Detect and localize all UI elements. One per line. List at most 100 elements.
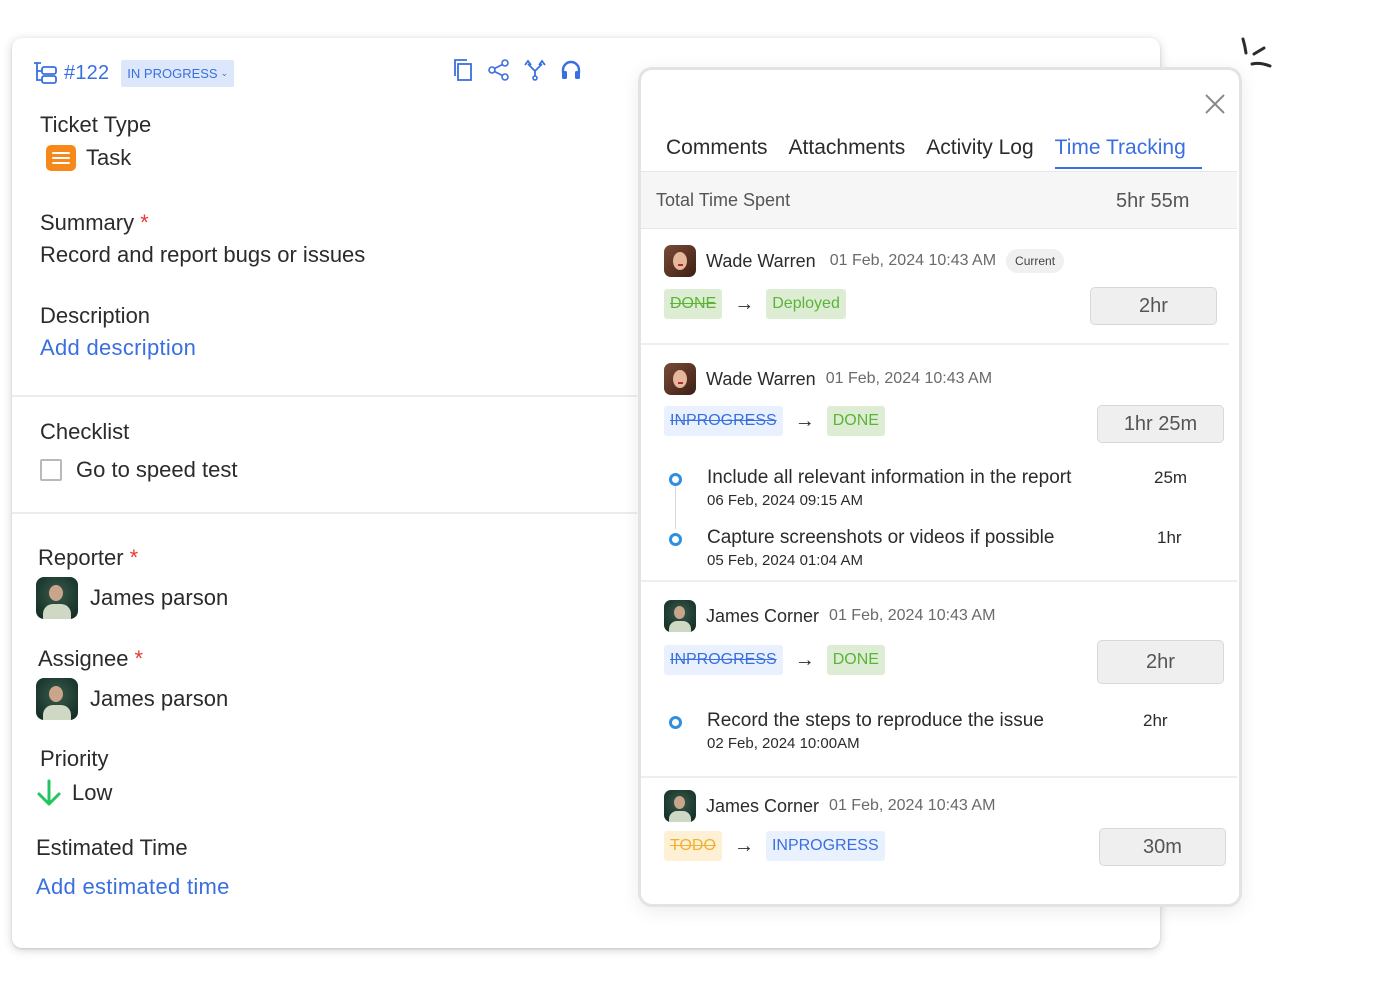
ticket-type-value[interactable]: Task <box>46 145 131 171</box>
priority-label: Priority <box>40 746 109 771</box>
checklist-item-label: Go to speed test <box>76 457 238 482</box>
entry-date: 01 Feb, 2024 10:43 AM <box>829 797 996 814</box>
status-label: IN PROGRESS <box>127 65 218 81</box>
subtask-title: Capture screenshots or videos if possibl… <box>707 527 1055 548</box>
summary-label-text: Summary <box>40 210 135 235</box>
from-status-badge: TODO <box>664 831 722 861</box>
time-spent-box[interactable]: 2hr <box>1090 287 1217 325</box>
assignee-value[interactable]: James parson <box>36 678 228 720</box>
subtask-time: 25m <box>1154 468 1188 487</box>
arrow-right-icon: → <box>794 409 815 432</box>
entry-header: Wade Warren 01 Feb, 2024 10:43 AM Curren… <box>664 245 1065 277</box>
checklist-label: Checklist <box>40 419 130 444</box>
entry-user: James Corner <box>706 795 820 816</box>
entry-user: James Corner <box>706 605 820 626</box>
arrow-right-icon: → <box>794 648 815 671</box>
reporter-label-text: Reporter <box>38 545 124 570</box>
to-status-badge: DONE <box>826 645 885 675</box>
reporter-label: Reporter * <box>38 545 138 571</box>
assignee-label-text: Assignee <box>38 646 129 671</box>
entry-header: Wade Warren 01 Feb, 2024 10:43 AM <box>664 363 992 395</box>
entry-divider <box>641 580 1237 582</box>
time-spent-box[interactable]: 30m <box>1099 828 1226 866</box>
ticket-header: #122 IN PROGRESS ⌄ <box>32 58 235 88</box>
required-mark: * <box>134 646 144 671</box>
entry-header: James Corner 01 Feb, 2024 10:43 AM <box>664 600 995 632</box>
assignee-avatar <box>36 678 78 720</box>
user-avatar <box>664 790 696 822</box>
close-icon[interactable] <box>1203 92 1227 116</box>
priority-text: Low <box>72 780 113 805</box>
add-estimated-time-link[interactable]: Add estimated time <box>36 874 230 900</box>
from-status-badge: INPROGRESS <box>664 645 783 675</box>
to-status-badge: INPROGRESS <box>765 831 885 861</box>
summary-label: Summary * <box>40 210 149 236</box>
checklist-checkbox[interactable] <box>40 459 62 481</box>
task-list-icon <box>46 145 76 171</box>
arrow-right-icon: → <box>733 834 754 857</box>
arrow-right-icon: → <box>734 292 755 315</box>
total-time-value: 5hr 55m <box>1116 190 1190 212</box>
branch-icon[interactable] <box>524 58 546 82</box>
add-description-link[interactable]: Add description <box>40 335 196 361</box>
reporter-avatar <box>36 577 78 619</box>
entry-divider <box>641 343 1229 345</box>
assignee-label: Assignee * <box>38 646 143 672</box>
required-mark: * <box>140 210 149 235</box>
time-spent-box[interactable]: 2hr <box>1097 640 1224 684</box>
timeline-dot-icon <box>669 533 682 546</box>
timeline-dot-icon <box>669 473 682 486</box>
subtask-time: 1hr <box>1157 528 1182 547</box>
entry-header: James Corner 01 Feb, 2024 10:43 AM <box>664 790 995 822</box>
time-spent-box[interactable]: 1hr 25m <box>1097 405 1224 443</box>
subtask-time: 2hr <box>1143 711 1168 730</box>
tab-time-tracking[interactable]: Time Tracking <box>1054 136 1202 169</box>
user-avatar <box>664 245 696 277</box>
description-label: Description <box>40 303 151 328</box>
from-status-badge: DONE <box>664 289 723 319</box>
status-transition: DONE → Deployed <box>664 289 846 319</box>
reporter-name: James parson <box>90 585 229 610</box>
estimated-time-label: Estimated Time <box>36 835 188 860</box>
from-status-badge: INPROGRESS <box>664 406 783 436</box>
to-status-badge: DONE <box>826 406 885 436</box>
status-transition: INPROGRESS → DONE <box>664 406 885 436</box>
entry-user: Wade Warren <box>706 250 816 271</box>
reporter-value[interactable]: James parson <box>36 577 228 619</box>
section-divider <box>12 395 637 397</box>
ticket-id: #122 <box>64 61 110 84</box>
subtask-date: 02 Feb, 2024 10:00AM <box>707 735 860 752</box>
section-divider <box>12 512 637 514</box>
summary-value[interactable]: Record and report bugs or issues <box>40 242 365 268</box>
decorative-sparkle-icon <box>1241 37 1272 68</box>
tab-attachments[interactable]: Attachments <box>789 136 906 169</box>
current-badge: Current <box>1006 249 1065 273</box>
tab-comments[interactable]: Comments <box>666 136 768 169</box>
assignee-name: James parson <box>90 686 229 711</box>
share-icon[interactable] <box>488 58 510 82</box>
subtask-tree-icon <box>32 61 58 85</box>
priority-value[interactable]: Low <box>36 779 112 807</box>
required-mark: * <box>129 545 139 570</box>
status-transition: INPROGRESS → DONE <box>664 645 885 675</box>
headset-icon[interactable] <box>560 58 582 82</box>
panel-tabs: Comments Attachments Activity Log Time T… <box>666 136 1202 169</box>
entry-date: 01 Feb, 2024 10:43 AM <box>829 252 997 269</box>
entry-divider <box>641 776 1237 778</box>
to-status-badge: Deployed <box>766 289 846 319</box>
subtask-title: Record the steps to reproduce the issue <box>707 710 1044 731</box>
subtask-title: Include all relevant information in the … <box>707 467 1072 488</box>
status-dropdown[interactable]: IN PROGRESS ⌄ <box>121 59 235 87</box>
status-transition: TODO → INPROGRESS <box>664 831 885 861</box>
subtask-date: 05 Feb, 2024 01:04 AM <box>707 552 863 569</box>
timeline-line <box>675 486 676 529</box>
tab-activity-log[interactable]: Activity Log <box>926 136 1033 169</box>
arrow-down-icon <box>36 779 62 807</box>
activity-panel: Comments Attachments Activity Log Time T… <box>638 67 1242 907</box>
checklist-item[interactable]: Go to speed test <box>40 457 237 483</box>
timeline-dot-icon <box>669 716 682 729</box>
subtask-date: 06 Feb, 2024 09:15 AM <box>707 492 863 509</box>
ticket-toolbar <box>452 58 582 82</box>
copy-icon[interactable] <box>452 58 474 82</box>
user-avatar <box>664 363 696 395</box>
